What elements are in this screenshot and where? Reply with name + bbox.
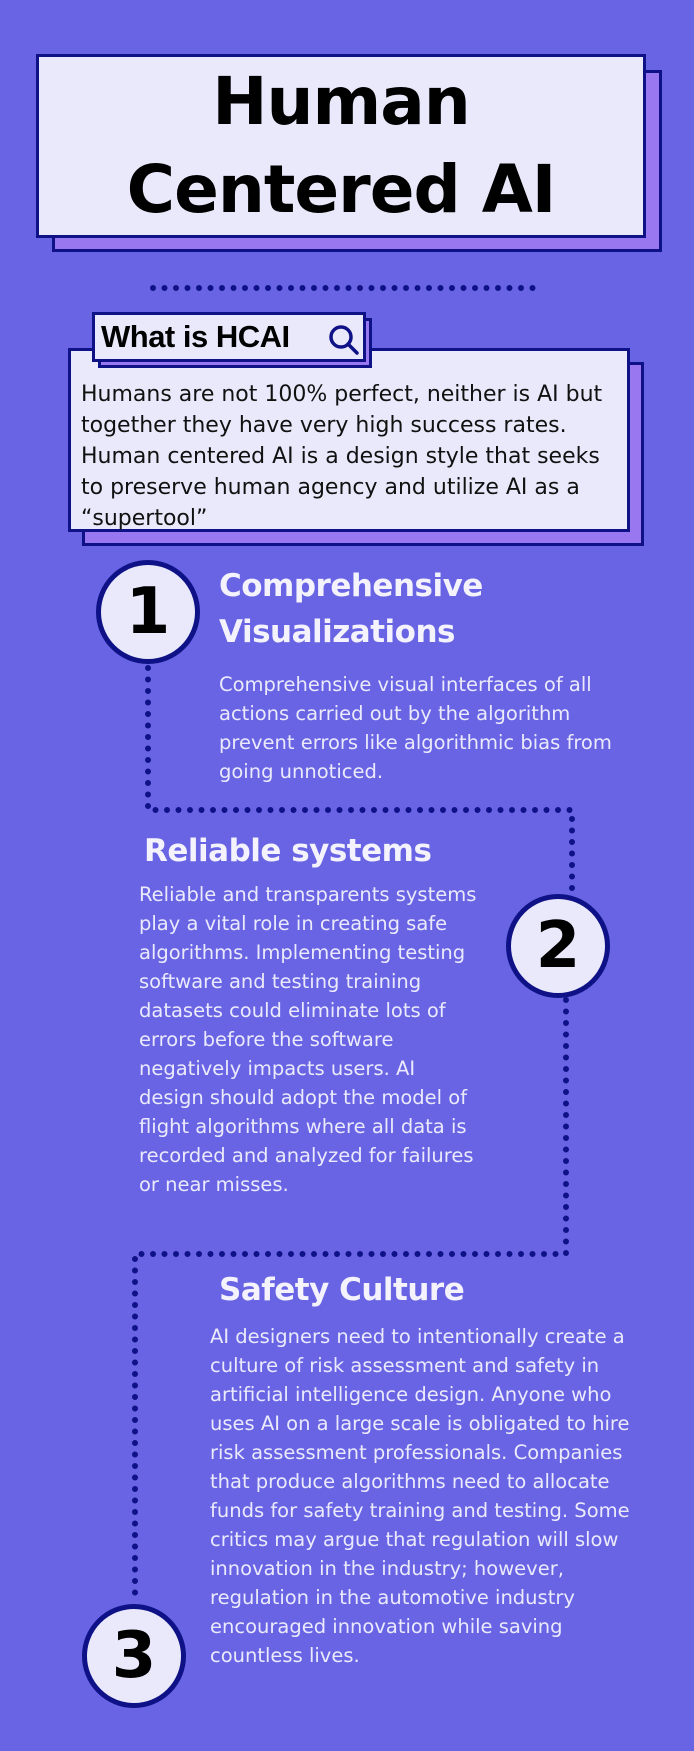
step-3-number: 3 xyxy=(111,1619,157,1693)
step-3-number-badge: 3 xyxy=(82,1604,186,1708)
step-1-heading: Comprehensive Visualizations xyxy=(219,568,483,650)
step-1-body: Comprehensive visual interfaces of all a… xyxy=(219,673,612,783)
step-2-heading: Reliable systems xyxy=(144,833,432,869)
intro-label: What is HCAI xyxy=(92,312,366,362)
step-2-body: Reliable and transparents systems play a… xyxy=(139,883,477,1196)
step-2-number-badge: 2 xyxy=(506,894,610,998)
step-1-number: 1 xyxy=(125,575,171,649)
step-3-body: AI designers need to intentionally creat… xyxy=(210,1325,630,1667)
intro-text: Humans are not 100% perfect, neither is … xyxy=(81,382,603,531)
step-1-number-badge: 1 xyxy=(96,560,200,664)
step-3-heading: Safety Culture xyxy=(219,1272,465,1308)
search-icon xyxy=(329,325,359,355)
intro-panel: Humans are not 100% perfect, neither is … xyxy=(68,348,630,532)
intro-label-text: What is HCAI xyxy=(101,319,290,354)
step-2-number: 2 xyxy=(535,909,581,983)
